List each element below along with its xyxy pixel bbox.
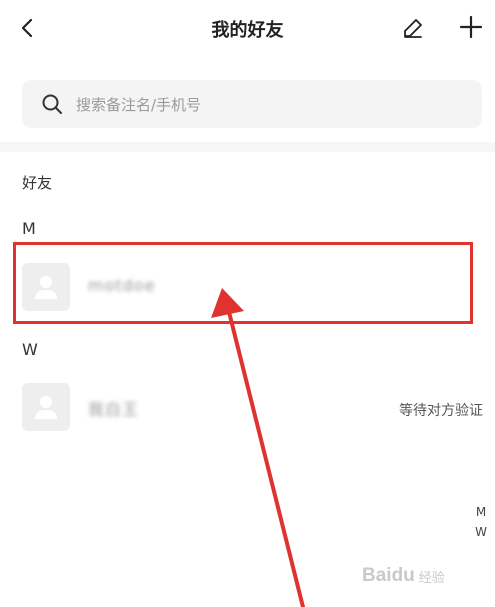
search-input[interactable]: 搜索备注名/手机号 [22, 80, 482, 128]
group-letter-m: M [22, 219, 36, 238]
friend-name: 我白王 [88, 400, 140, 419]
header: 我的好友 [0, 0, 495, 56]
index-letter-m[interactable]: M [473, 502, 489, 522]
watermark-text: Baidu [362, 565, 415, 586]
friends-page: 我的好友 搜索备注名/手机号 好友 M motdoe W 我白王 等待对方验证 … [0, 0, 495, 607]
group-letter-w: W [22, 340, 38, 359]
friend-list-item[interactable]: motdoe [0, 252, 495, 326]
pending-verification-status: 等待对方验证 [399, 403, 483, 419]
search-placeholder: 搜索备注名/手机号 [76, 95, 202, 114]
plus-icon [459, 15, 483, 39]
watermark-sub: 经验 [418, 569, 445, 585]
search-icon [40, 92, 64, 116]
baidu-watermark: Baidu 经验 [362, 552, 492, 600]
user-icon [35, 276, 57, 299]
edit-icon [404, 19, 422, 38]
alphabet-index-bar[interactable]: M W [473, 502, 489, 542]
avatar [22, 263, 70, 311]
user-icon [35, 396, 57, 419]
friend-list-item[interactable]: 我白王 等待对方验证 [0, 372, 495, 446]
friends-section-label: 好友 [22, 174, 53, 192]
avatar [22, 383, 70, 431]
index-letter-w[interactable]: W [473, 522, 489, 542]
friend-name: motdoe [88, 276, 156, 295]
edit-button[interactable] [397, 12, 429, 44]
section-divider [0, 142, 495, 152]
add-friend-button[interactable] [454, 10, 488, 44]
